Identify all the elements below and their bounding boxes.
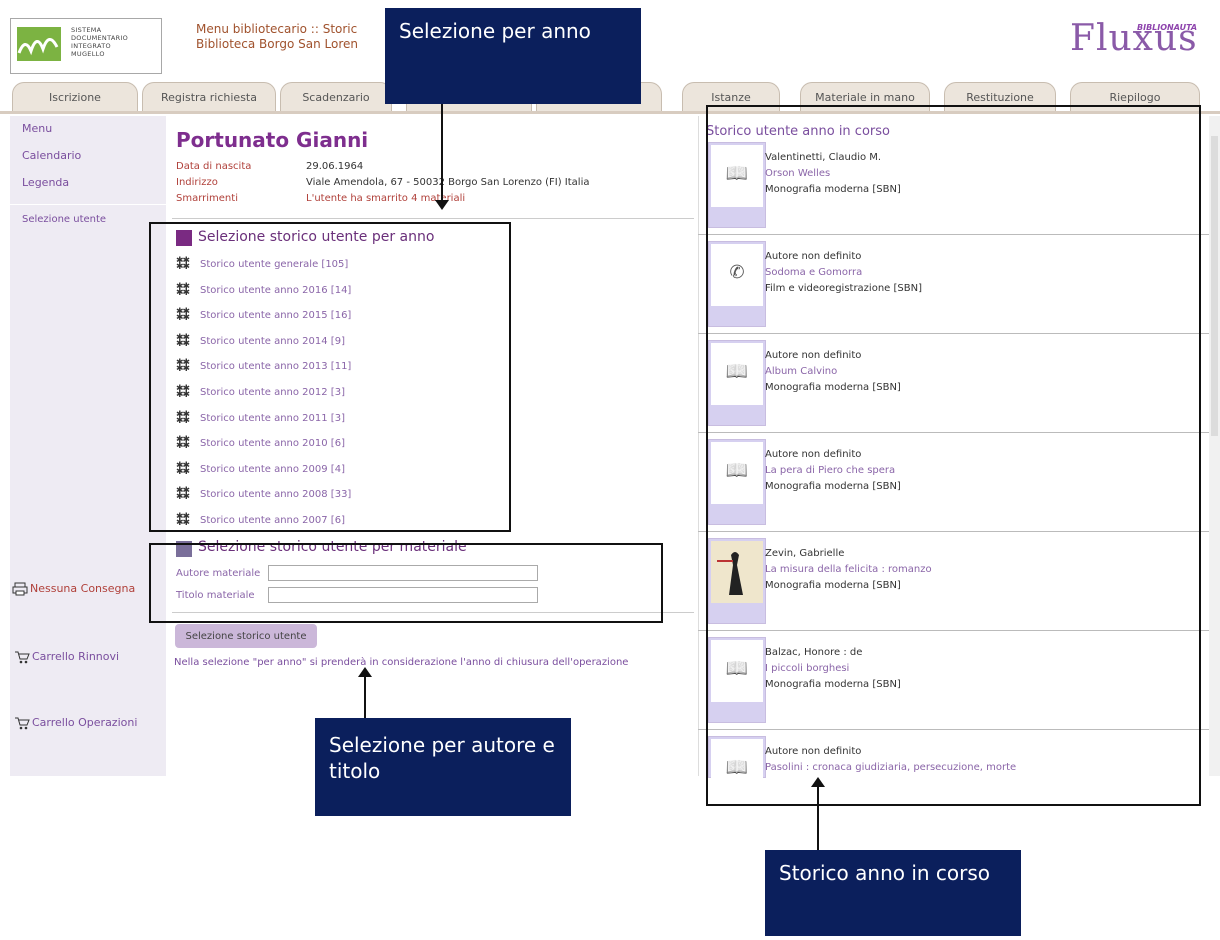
- arrow-head-icon: [435, 200, 449, 210]
- logo-line: MUGELLO: [71, 50, 105, 58]
- carrello-operazioni-label: Carrello Operazioni: [32, 716, 138, 729]
- printer-icon: [12, 582, 28, 596]
- select-history-button[interactable]: Selezione storico utente: [175, 624, 317, 648]
- scrollbar-thumb[interactable]: [1211, 136, 1218, 436]
- sidebar-item-calendario[interactable]: Calendario: [22, 149, 81, 162]
- sidebar-divider: [10, 204, 166, 205]
- arrow-head-icon: [811, 777, 825, 787]
- carrello-operazioni-button[interactable]: Carrello Operazioni: [14, 716, 137, 730]
- tab-scadenzario[interactable]: Scadenzario: [280, 82, 392, 113]
- year-selection-frame: [149, 222, 511, 532]
- user-name: Portunato Gianni: [176, 128, 369, 152]
- current-history-callout: Storico anno in corso: [765, 850, 1021, 936]
- nessuna-consegna-button[interactable]: Nessuna Consegna: [12, 582, 135, 596]
- sdim-logo: SISTEMA DOCUMENTARIO INTEGRATO MUGELLO: [10, 18, 162, 74]
- breadcrumb: Menu bibliotecario :: Storic Biblioteca …: [196, 22, 396, 52]
- history-scrollbar[interactable]: [1209, 116, 1220, 776]
- left-sidebar: Menu Calendario Legenda Selezione utente…: [10, 116, 166, 776]
- sidebar-item-menu[interactable]: Menu: [22, 122, 52, 135]
- birth-value: 29.06.1964: [306, 161, 364, 172]
- breadcrumb-line: Biblioteca Borgo San Loren: [196, 37, 358, 51]
- sidebar-item-selezione-utente[interactable]: Selezione utente: [22, 214, 106, 225]
- material-selection-callout: Selezione per autore e titolo: [315, 718, 571, 816]
- carrello-rinnovi-button[interactable]: Carrello Rinnovi: [14, 650, 119, 664]
- cart-icon: [14, 716, 30, 730]
- lost-label: Smarrimenti: [176, 193, 238, 204]
- material-selection-frame: [149, 543, 663, 623]
- breadcrumb-line: Menu bibliotecario :: Storic: [196, 22, 358, 36]
- carrello-rinnovi-label: Carrello Rinnovi: [32, 650, 120, 663]
- logo-mark-icon: [17, 27, 61, 61]
- address-value: Viale Amendola, 67 - 50032 Borgo San Lor…: [306, 177, 590, 188]
- cart-icon: [14, 650, 30, 664]
- logo-line: INTEGRATO: [71, 42, 111, 50]
- birth-label: Data di nascita: [176, 161, 252, 172]
- address-label: Indirizzo: [176, 177, 218, 188]
- logo-line: SISTEMA: [71, 26, 102, 34]
- brand-logo: Fluxus: [1070, 18, 1198, 59]
- tab-registra-richiesta[interactable]: Registra richiesta: [142, 82, 276, 113]
- current-history-frame: [706, 105, 1201, 806]
- logo-line: DOCUMENTARIO: [71, 34, 129, 42]
- history-callout-pointer: [817, 786, 819, 850]
- year-callout-pointer: [441, 104, 443, 208]
- sidebar-item-legenda[interactable]: Legenda: [22, 176, 69, 189]
- year-selection-callout: Selezione per anno: [385, 8, 641, 104]
- year-selection-note: Nella selezione "per anno" si prenderà i…: [174, 657, 629, 668]
- nessuna-consegna-label: Nessuna Consegna: [30, 582, 136, 595]
- tab-iscrizione[interactable]: Iscrizione: [12, 82, 138, 113]
- user-divider: [172, 218, 694, 219]
- arrow-head-icon: [358, 667, 372, 677]
